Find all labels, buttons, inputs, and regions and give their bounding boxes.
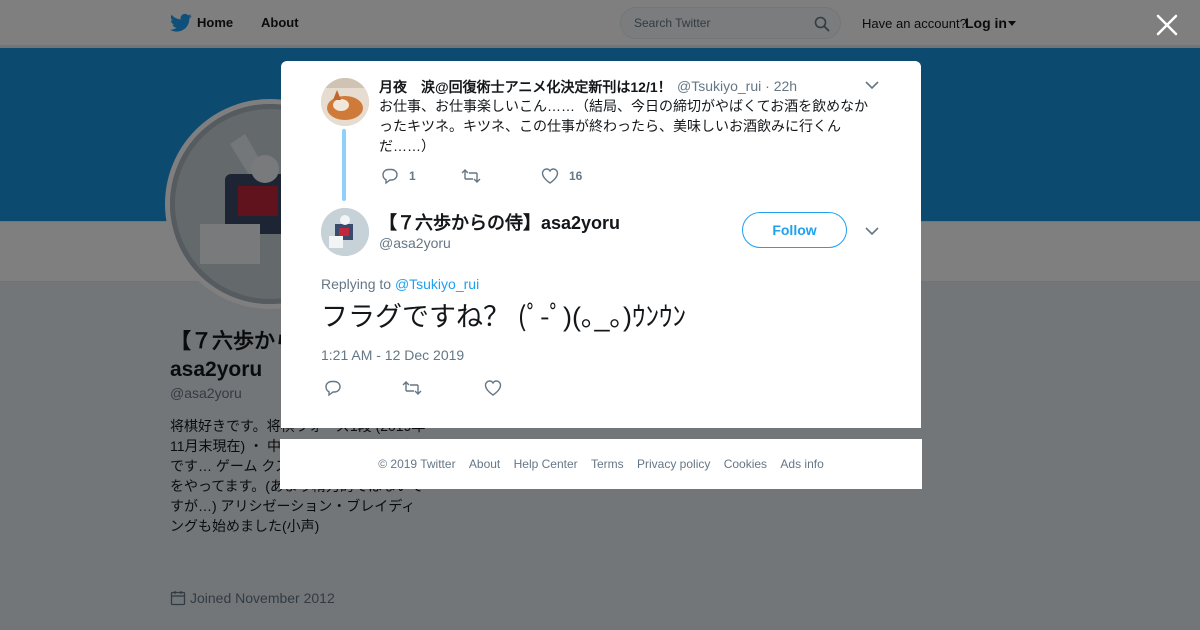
fox-image-icon	[321, 78, 369, 126]
replying-label: Replying to	[321, 276, 392, 292]
author-avatar[interactable]	[321, 208, 369, 256]
reply-icon[interactable]	[323, 379, 343, 397]
footer: © 2019 Twitter About Help Center Terms P…	[280, 439, 922, 489]
footer-cookies-link[interactable]: Cookies	[724, 457, 767, 471]
chevron-down-icon[interactable]	[865, 80, 879, 90]
reply-icon	[382, 168, 398, 185]
heart-icon[interactable]	[483, 379, 503, 397]
footer-privacy-link[interactable]: Privacy policy	[637, 457, 710, 471]
gundam-image-icon	[321, 208, 369, 256]
author-name[interactable]: 【７六歩からの侍】asa2yoru	[379, 209, 620, 235]
footer-help-link[interactable]: Help Center	[514, 457, 578, 471]
parent-author-name[interactable]: 月夜 涙@回復術士アニメ化決定新刊は12/1！	[379, 77, 672, 97]
footer-about-link[interactable]: About	[469, 457, 500, 471]
parent-tweet-text: お仕事、お仕事楽しいこん……（結局、今日の締切がやばくてお酒を飲めなかったキツネ…	[379, 98, 869, 154]
footer-copyright: © 2019 Twitter	[378, 457, 456, 471]
replying-to: Replying to @Tsukiyo_rui	[321, 276, 479, 292]
retweet-icon[interactable]	[402, 379, 422, 397]
footer-ads-link[interactable]: Ads info	[780, 457, 823, 471]
reply-count: 1	[409, 169, 416, 183]
author-handle[interactable]: @asa2yoru	[379, 235, 451, 251]
chevron-down-icon[interactable]	[865, 226, 879, 236]
footer-terms-link[interactable]: Terms	[591, 457, 624, 471]
parent-time[interactable]: 22h	[774, 78, 797, 94]
close-icon[interactable]	[1155, 13, 1179, 37]
retweet-icon	[461, 169, 481, 183]
replying-to-link[interactable]: @Tsukiyo_rui	[395, 276, 479, 292]
like-count: 16	[569, 169, 583, 183]
heart-icon	[541, 168, 559, 184]
tweet-text: フラグですね？ (ﾟ-ﾟ)(｡_｡)ｳﾝｳﾝ	[321, 302, 686, 332]
tweet-modal: 月夜 涙@回復術士アニメ化決定新刊は12/1！ @Tsukiyo_rui · 2…	[281, 61, 921, 428]
follow-button[interactable]: Follow	[742, 212, 847, 248]
parent-avatar[interactable]	[321, 78, 369, 126]
parent-author-handle[interactable]: @Tsukiyo_rui · 22h	[677, 78, 797, 94]
footer-links: © 2019 Twitter About Help Center Terms P…	[280, 457, 922, 471]
parent-handle-text: @Tsukiyo_rui	[677, 78, 762, 94]
tweet-timestamp[interactable]: 1:21 AM - 12 Dec 2019	[321, 347, 464, 363]
thread-connector	[342, 129, 346, 201]
